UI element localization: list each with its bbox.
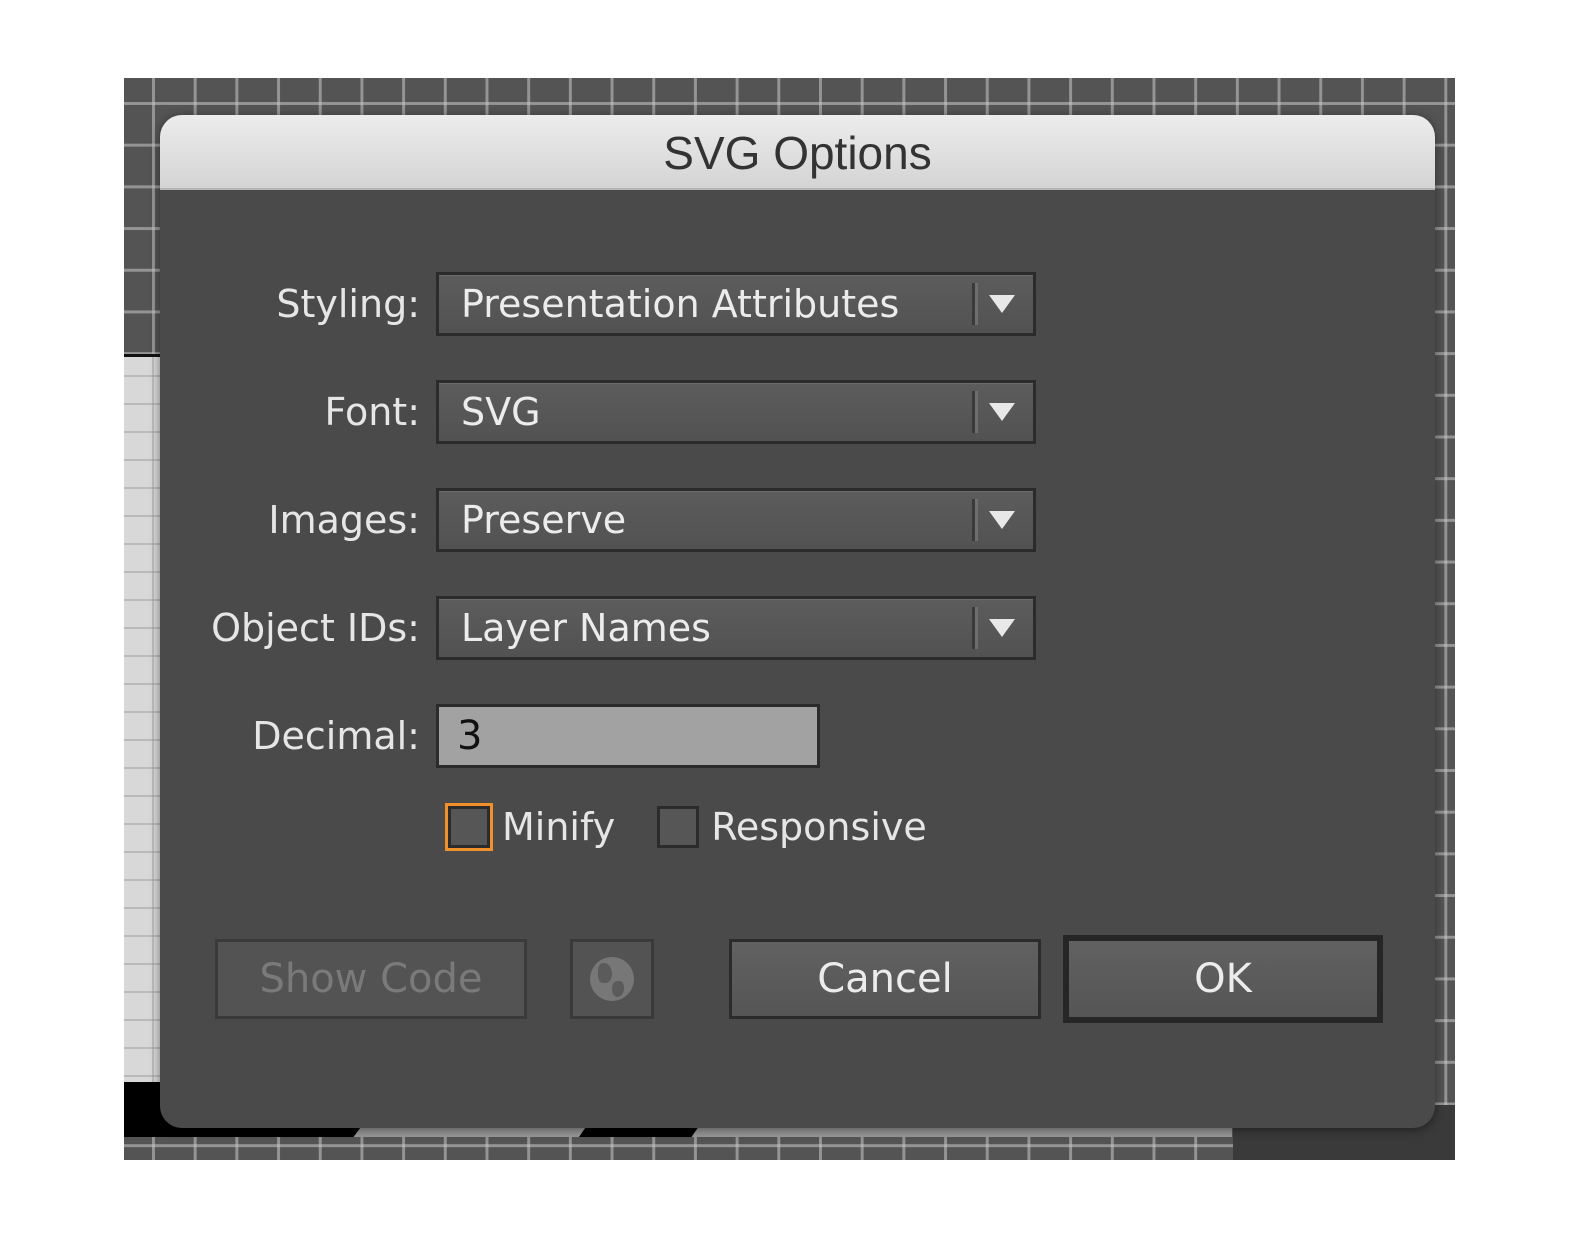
decimal-input[interactable]: 3 xyxy=(436,704,820,768)
images-select[interactable]: Preserve xyxy=(436,488,1036,552)
checkbox-group: Minify Responsive xyxy=(448,805,969,849)
images-label: Images: xyxy=(268,498,420,542)
styling-label: Styling: xyxy=(276,282,420,326)
chevron-down-icon xyxy=(989,511,1015,529)
select-separator xyxy=(972,283,975,325)
chevron-down-icon xyxy=(989,295,1015,313)
dialog-titlebar[interactable]: SVG Options xyxy=(160,115,1435,190)
responsive-checkbox[interactable] xyxy=(657,806,700,848)
object-ids-select[interactable]: Layer Names xyxy=(436,596,1036,660)
decimal-label: Decimal: xyxy=(252,714,420,758)
styling-row: Styling: Presentation Attributes xyxy=(160,272,1036,336)
web-preview-button[interactable] xyxy=(570,939,654,1019)
font-label: Font: xyxy=(324,390,420,434)
minify-checkbox[interactable] xyxy=(448,806,490,848)
object-ids-value: Layer Names xyxy=(461,606,711,650)
chevron-down-icon xyxy=(989,619,1015,637)
minify-label[interactable]: Minify xyxy=(502,805,615,849)
responsive-label[interactable]: Responsive xyxy=(711,805,927,849)
decimal-row: Decimal: 3 xyxy=(160,704,820,768)
globe-icon xyxy=(590,957,634,1001)
styling-select[interactable]: Presentation Attributes xyxy=(436,272,1036,336)
images-value: Preserve xyxy=(461,498,627,542)
styling-value: Presentation Attributes xyxy=(461,282,900,326)
ok-button[interactable]: OK xyxy=(1063,935,1383,1023)
font-value: SVG xyxy=(461,390,541,434)
show-code-button[interactable]: Show Code xyxy=(215,939,527,1019)
object-ids-row: Object IDs: Layer Names xyxy=(160,596,1036,660)
chevron-down-icon xyxy=(989,403,1015,421)
font-row: Font: SVG xyxy=(160,380,1036,444)
select-separator xyxy=(972,607,975,649)
images-row: Images: Preserve xyxy=(160,488,1036,552)
font-select[interactable]: SVG xyxy=(436,380,1036,444)
cancel-button[interactable]: Cancel xyxy=(729,939,1041,1019)
select-separator xyxy=(972,391,975,433)
dialog-title: SVG Options xyxy=(663,126,932,179)
object-ids-label: Object IDs: xyxy=(211,606,420,650)
svg-options-dialog: SVG Options Styling: Presentation Attrib… xyxy=(160,115,1435,1128)
select-separator xyxy=(972,499,975,541)
